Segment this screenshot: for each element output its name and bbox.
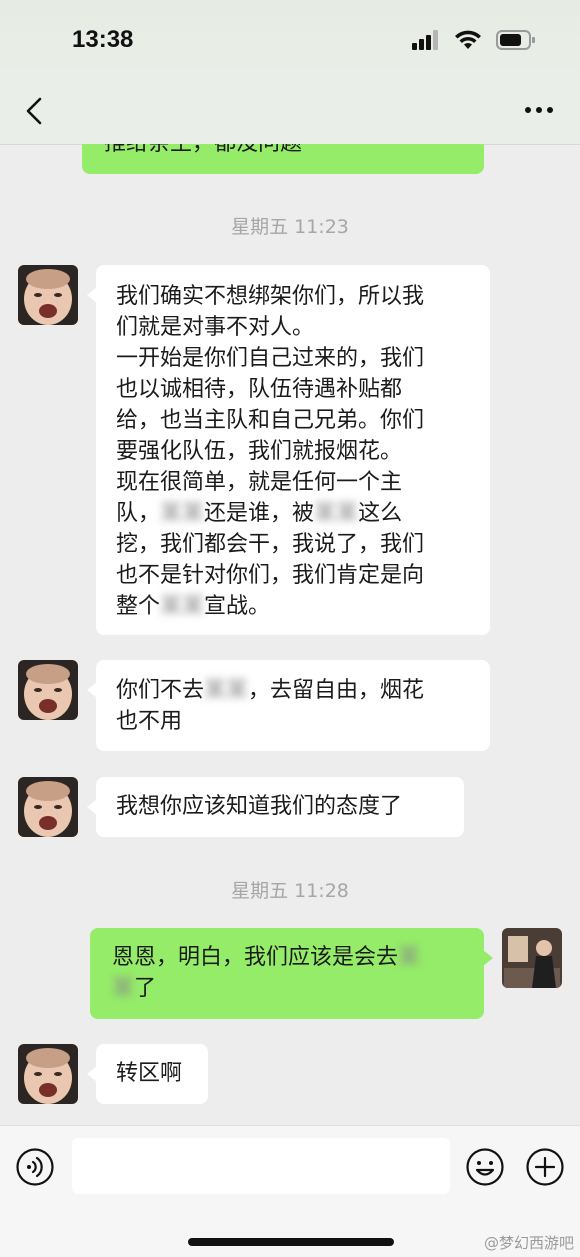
message-text: 推给亲王，都没问题: [104, 144, 302, 156]
baby-avatar-image: [18, 265, 78, 325]
message-bubble-received[interactable]: 我想你应该知道我们的态度了: [87, 777, 464, 837]
message-input[interactable]: [72, 1138, 450, 1194]
status-bar: 13:38: [0, 0, 580, 80]
battery-icon: [496, 30, 535, 50]
message-bubble-received[interactable]: 你们不去某某，去留自由，烟花 也不用: [87, 660, 490, 751]
chat-area[interactable]: 推给亲王，都没问题 星期五 11:23 我们确实不想绑架你们，所以我 们就是对事…: [0, 144, 580, 1125]
message-bubble-received[interactable]: 我们确实不想绑架你们，所以我 们就是对事不对人。 一开始是你们自己过来的，我们 …: [87, 265, 490, 635]
chat-screen: 13:38 星期五 11:23 我们确实不想绑架你们，所以我 们就是对事不对人。…: [0, 0, 580, 1257]
wifi-icon: [455, 30, 481, 49]
emoji-icon[interactable]: [466, 1148, 504, 1186]
my-avatar[interactable]: [502, 928, 562, 988]
message-text: 转区啊: [116, 1061, 183, 1086]
baby-avatar-image: [18, 777, 78, 837]
avatar[interactable]: [18, 660, 78, 720]
message-text: 恩恩，明白，我们应该是会去某 某了: [112, 942, 462, 1004]
watermark: @梦幻西游吧: [483, 1234, 574, 1252]
message-text: 我们确实不想绑架你们，所以我 们就是对事不对人。 一开始是你们自己过来的，我们 …: [116, 281, 470, 622]
redacted-text: 某某: [160, 594, 205, 619]
message-bubble-sent[interactable]: 恩恩，明白，我们应该是会去某 某了: [90, 928, 493, 1019]
message-text: 你们不去某某，去留自由，烟花 也不用: [116, 675, 470, 737]
voice-icon[interactable]: [16, 1148, 54, 1186]
more-icon[interactable]: [524, 100, 554, 120]
redacted-text: 某: [398, 945, 421, 970]
home-indicator[interactable]: [188, 1238, 394, 1246]
plus-icon[interactable]: [526, 1148, 564, 1186]
status-icons: [412, 30, 536, 50]
redacted-text: 某某: [204, 678, 249, 703]
redacted-text: 某某: [160, 501, 205, 526]
timestamp: 星期五 11:23: [231, 216, 349, 238]
signal-icon: [412, 30, 438, 50]
avatar[interactable]: [18, 777, 78, 837]
message-bubble-sent[interactable]: 推给亲王，都没问题: [82, 144, 484, 174]
avatar[interactable]: [18, 1044, 78, 1104]
baby-avatar-image: [18, 660, 78, 720]
status-time: 13:38: [72, 26, 134, 53]
person-avatar-image: [502, 928, 562, 988]
nav-bar: [0, 80, 580, 145]
avatar[interactable]: [18, 265, 78, 325]
redacted-text: 某: [112, 976, 135, 1001]
message-bubble-received[interactable]: 转区啊: [87, 1044, 208, 1104]
chevron-left-icon[interactable]: [20, 96, 50, 126]
timestamp: 星期五 11:28: [231, 880, 349, 902]
message-text: 我想你应该知道我们的态度了: [116, 794, 403, 819]
redacted-text: 某某: [314, 501, 359, 526]
baby-avatar-image: [18, 1044, 78, 1104]
